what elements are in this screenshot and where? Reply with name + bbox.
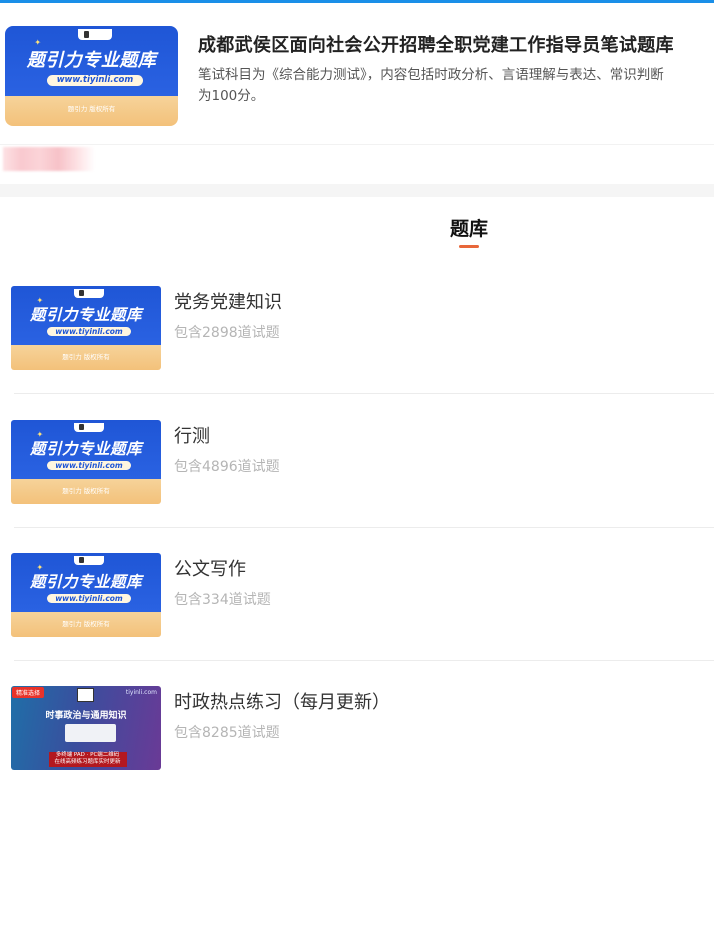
thumb-banner-line1: 多终端 PAD · PC端二维码 <box>55 751 120 758</box>
list-item[interactable]: ✦ 题引力专业题库 www.tiyinli.com 题引力 版权所有 党务党建知… <box>0 286 714 419</box>
thumb-brand-text: 题引力专业题库 <box>29 439 142 458</box>
item-name: 行测 <box>174 426 210 447</box>
thumb-url-text: www.tiyinli.com <box>47 594 131 604</box>
item-divider <box>14 393 714 394</box>
thumb-flag-text: 精准选择 <box>12 687 45 698</box>
item-thumbnail: ✦ 题引力专业题库 www.tiyinli.com 题引力 版权所有 <box>11 286 161 370</box>
paper-title: 成都武侯区面向社会公开招聘全职党建工作指导员笔试题库 <box>198 35 674 56</box>
paper-description: 笔试科目为《综合能力测试》，内容包括时政分析、言语理解与表达、常识判断 为100… <box>198 65 714 107</box>
thumb-copyright-text: 题引力 版权所有 <box>62 486 110 495</box>
device-illustration <box>65 723 116 743</box>
thumb-url-text: www.tiyinli.com <box>47 461 131 471</box>
item-thumbnail: ✦ 题引力专业题库 www.tiyinli.com 题引力 版权所有 <box>11 553 161 637</box>
cover-brand-text: 题引力专业题库 <box>26 50 157 71</box>
blurred-banner <box>3 147 95 171</box>
section-separator <box>0 184 714 197</box>
paper-cover-image: ✦ 题引力专业题库 www.tiyinli.com 题引力 版权所有 <box>5 26 178 126</box>
thumb-headline: 时事政治与通用知识 <box>45 710 127 721</box>
item-divider <box>14 660 714 661</box>
paper-header[interactable]: ✦ 题引力专业题库 www.tiyinli.com 题引力 版权所有 成都武侯区… <box>0 3 714 145</box>
item-name: 公文写作 <box>174 559 246 580</box>
item-thumbnail: 精准选择 tiyinli.com 时事政治与通用知识 多终端 PAD · PC端… <box>11 686 161 770</box>
item-count: 包含8285道试题 <box>174 725 280 741</box>
item-thumbnail: ✦ 题引力专业题库 www.tiyinli.com 题引力 版权所有 <box>11 420 161 504</box>
thumb-copyright-text: 题引力 版权所有 <box>62 352 110 361</box>
cover-copyright-text: 题引力 版权所有 <box>67 105 116 113</box>
thumb-banner-line2: 在线高频练习题库实时更新 <box>54 758 121 765</box>
item-name: 党务党建知识 <box>174 292 282 313</box>
list-item[interactable]: 精准选择 tiyinli.com 时事政治与通用知识 多终端 PAD · PC端… <box>0 686 714 819</box>
section-title-underline <box>459 245 479 248</box>
item-count: 包含2898道试题 <box>174 325 280 341</box>
thumb-brand-text: 题引力专业题库 <box>29 305 142 324</box>
section-title: 题库 <box>449 218 488 240</box>
thumb-copyright-text: 题引力 版权所有 <box>62 619 110 628</box>
paper-description-line2: 为100分。 <box>198 88 265 104</box>
item-divider <box>14 527 714 528</box>
paper-description-line1: 笔试科目为《综合能力测试》，内容包括时政分析、言语理解与表达、常识判断 <box>198 67 664 83</box>
qr-code-icon <box>77 687 94 703</box>
list-item[interactable]: ✦ 题引力专业题库 www.tiyinli.com 题引力 版权所有 行测 包含… <box>0 420 714 553</box>
thumb-banner: 多终端 PAD · PC端二维码 在线高频练习题库实时更新 <box>48 751 127 767</box>
list-item[interactable]: ✦ 题引力专业题库 www.tiyinli.com 题引力 版权所有 公文写作 … <box>0 553 714 686</box>
cover-url-text: www.tiyinli.com <box>46 75 144 86</box>
item-count: 包含334道试题 <box>174 592 271 608</box>
header-divider <box>0 144 714 145</box>
item-name: 时政热点练习（每月更新） <box>174 692 390 713</box>
thumb-url-text: www.tiyinli.com <box>47 327 131 337</box>
thumb-site-text: tiyinli.com <box>125 689 157 696</box>
thumb-brand-text: 题引力专业题库 <box>29 572 142 591</box>
item-count: 包含4896道试题 <box>174 459 280 475</box>
